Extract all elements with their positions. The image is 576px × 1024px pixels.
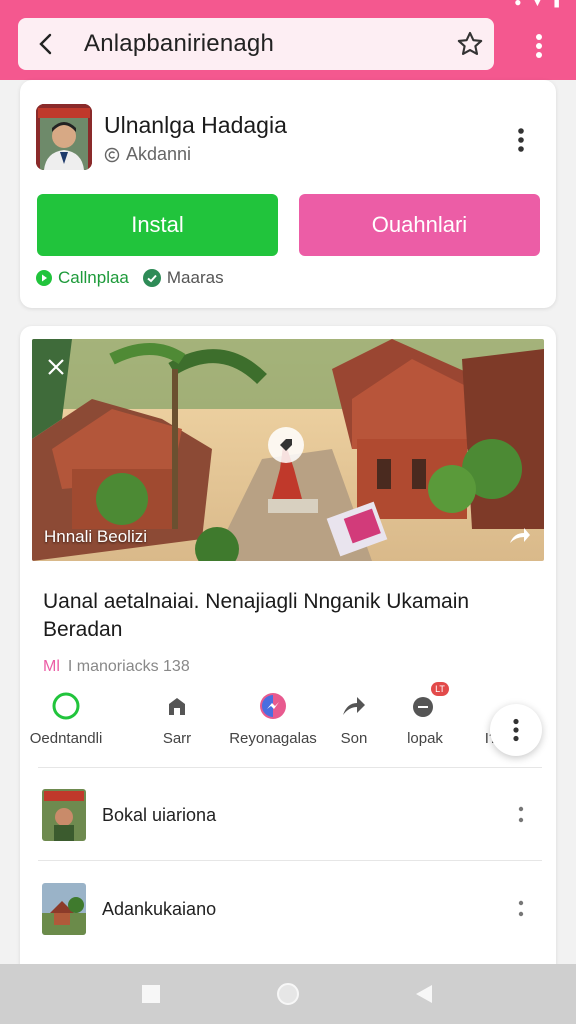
- action-notification[interactable]: LT lopak: [400, 682, 450, 747]
- tag-green[interactable]: Callnplaa: [36, 268, 129, 288]
- battery-icon: ▮: [553, 0, 560, 9]
- action-label: Sarr: [162, 730, 192, 747]
- list-item-label: Adankukaiano: [102, 898, 217, 919]
- title-bar: Anlapbanirienagh: [18, 18, 494, 70]
- list-item[interactable]: Adankukaiano: [38, 864, 542, 954]
- close-icon: [48, 359, 64, 375]
- divider: [38, 860, 542, 861]
- recents-button[interactable]: [135, 978, 167, 1010]
- forward-icon: [510, 528, 530, 543]
- action-messenger[interactable]: Reyonagalas: [228, 690, 318, 747]
- more-vert-icon: [513, 718, 519, 742]
- list-thumbnail: [42, 789, 86, 841]
- chat-bubble-icon: [52, 692, 80, 720]
- action-share[interactable]: Son: [328, 690, 380, 747]
- status-icons: ● ▼ ▮: [514, 0, 560, 10]
- install-button[interactable]: Instal: [37, 194, 278, 256]
- more-vert-icon: [518, 900, 524, 917]
- action-label: Oedntandli: [29, 730, 103, 747]
- home-button[interactable]: [272, 978, 304, 1010]
- app-card: Ulnanlga Hadagia Akdanni Instal Ouahnlar…: [20, 80, 556, 308]
- more-vert-icon: [536, 34, 542, 58]
- tag-gray[interactable]: Maaras: [142, 268, 224, 288]
- tag-row: Callnplaa Maaras: [36, 268, 224, 288]
- tag-label: Maaras: [166, 268, 224, 287]
- list-item-menu-button[interactable]: [506, 795, 536, 835]
- back-button[interactable]: [24, 18, 68, 70]
- copyright-icon: [104, 147, 120, 162]
- hero-share-button[interactable]: [506, 523, 532, 549]
- more-vert-icon: [518, 128, 524, 152]
- page-title: Anlapbanirienagh: [84, 30, 275, 57]
- list-item[interactable]: Bokal uiariona: [38, 770, 542, 860]
- back-nav-button[interactable]: [408, 978, 440, 1010]
- more-options-button[interactable]: [490, 704, 542, 756]
- check-badge-icon: [142, 269, 161, 287]
- action-comment[interactable]: Oedntandli: [28, 690, 104, 747]
- avatar: [36, 104, 92, 170]
- action-label: lopak: [407, 730, 443, 747]
- system-nav-bar: [0, 964, 576, 1024]
- chevron-left-icon: [39, 33, 52, 55]
- secondary-button[interactable]: Ouahnlari: [299, 194, 540, 256]
- close-button[interactable]: [42, 353, 70, 381]
- list-item-label: Bokal uiariona: [102, 804, 217, 825]
- hero-caption: Hnnali Beolizi: [44, 527, 147, 546]
- hero-image[interactable]: Hnnali Beolizi: [32, 339, 544, 561]
- post-meta: Ml I manoriacks 138: [43, 658, 190, 676]
- triangle-back-icon: [416, 985, 432, 1003]
- developer-row: Akdanni: [104, 144, 191, 165]
- tag-label: Callnplaa: [58, 268, 129, 287]
- share-arrow-icon: [343, 697, 365, 715]
- app-name: Ulnanlga Hadagia: [104, 112, 287, 138]
- tag-icon: [280, 439, 292, 451]
- action-label: Reyonagalas: [229, 730, 317, 747]
- list-item-menu-button[interactable]: [506, 889, 536, 929]
- more-vert-icon: [518, 806, 524, 823]
- star-icon: [457, 31, 483, 55]
- location-icon: ●: [514, 0, 522, 9]
- action-label: Son: [340, 730, 368, 747]
- notification-badge: LT: [431, 682, 449, 696]
- app-bar: ● ▼ ▮ Anlapbanirienagh: [0, 0, 576, 80]
- app-card-menu-button[interactable]: [506, 120, 536, 160]
- favorite-button[interactable]: [446, 18, 494, 70]
- circle-icon: [277, 983, 299, 1005]
- list-thumbnail: [42, 883, 86, 935]
- action-row: Oedntandli Sarr Reyonagalas Son LT lopak: [20, 682, 556, 754]
- meta-accent: Ml: [43, 658, 60, 675]
- notification-icon: [413, 697, 433, 717]
- square-icon: [142, 985, 160, 1003]
- wifi-icon: ▼: [531, 0, 544, 9]
- developer-name: Akdanni: [126, 144, 192, 164]
- post-card: Hnnali Beolizi Uanal aetalnaiai. Nenajia…: [20, 326, 556, 976]
- meta-text: I manoriacks 138: [67, 658, 190, 675]
- hero-center-badge[interactable]: [268, 427, 304, 463]
- messenger-icon: [260, 693, 286, 719]
- divider: [38, 767, 542, 768]
- play-badge-icon: [36, 270, 52, 286]
- post-title: Uanal aetalnaiai. Nenajiagli Nnganik Uka…: [43, 590, 470, 641]
- overflow-menu-button[interactable]: [524, 26, 554, 66]
- home-icon: [169, 698, 185, 715]
- action-home[interactable]: Sarr: [150, 690, 204, 747]
